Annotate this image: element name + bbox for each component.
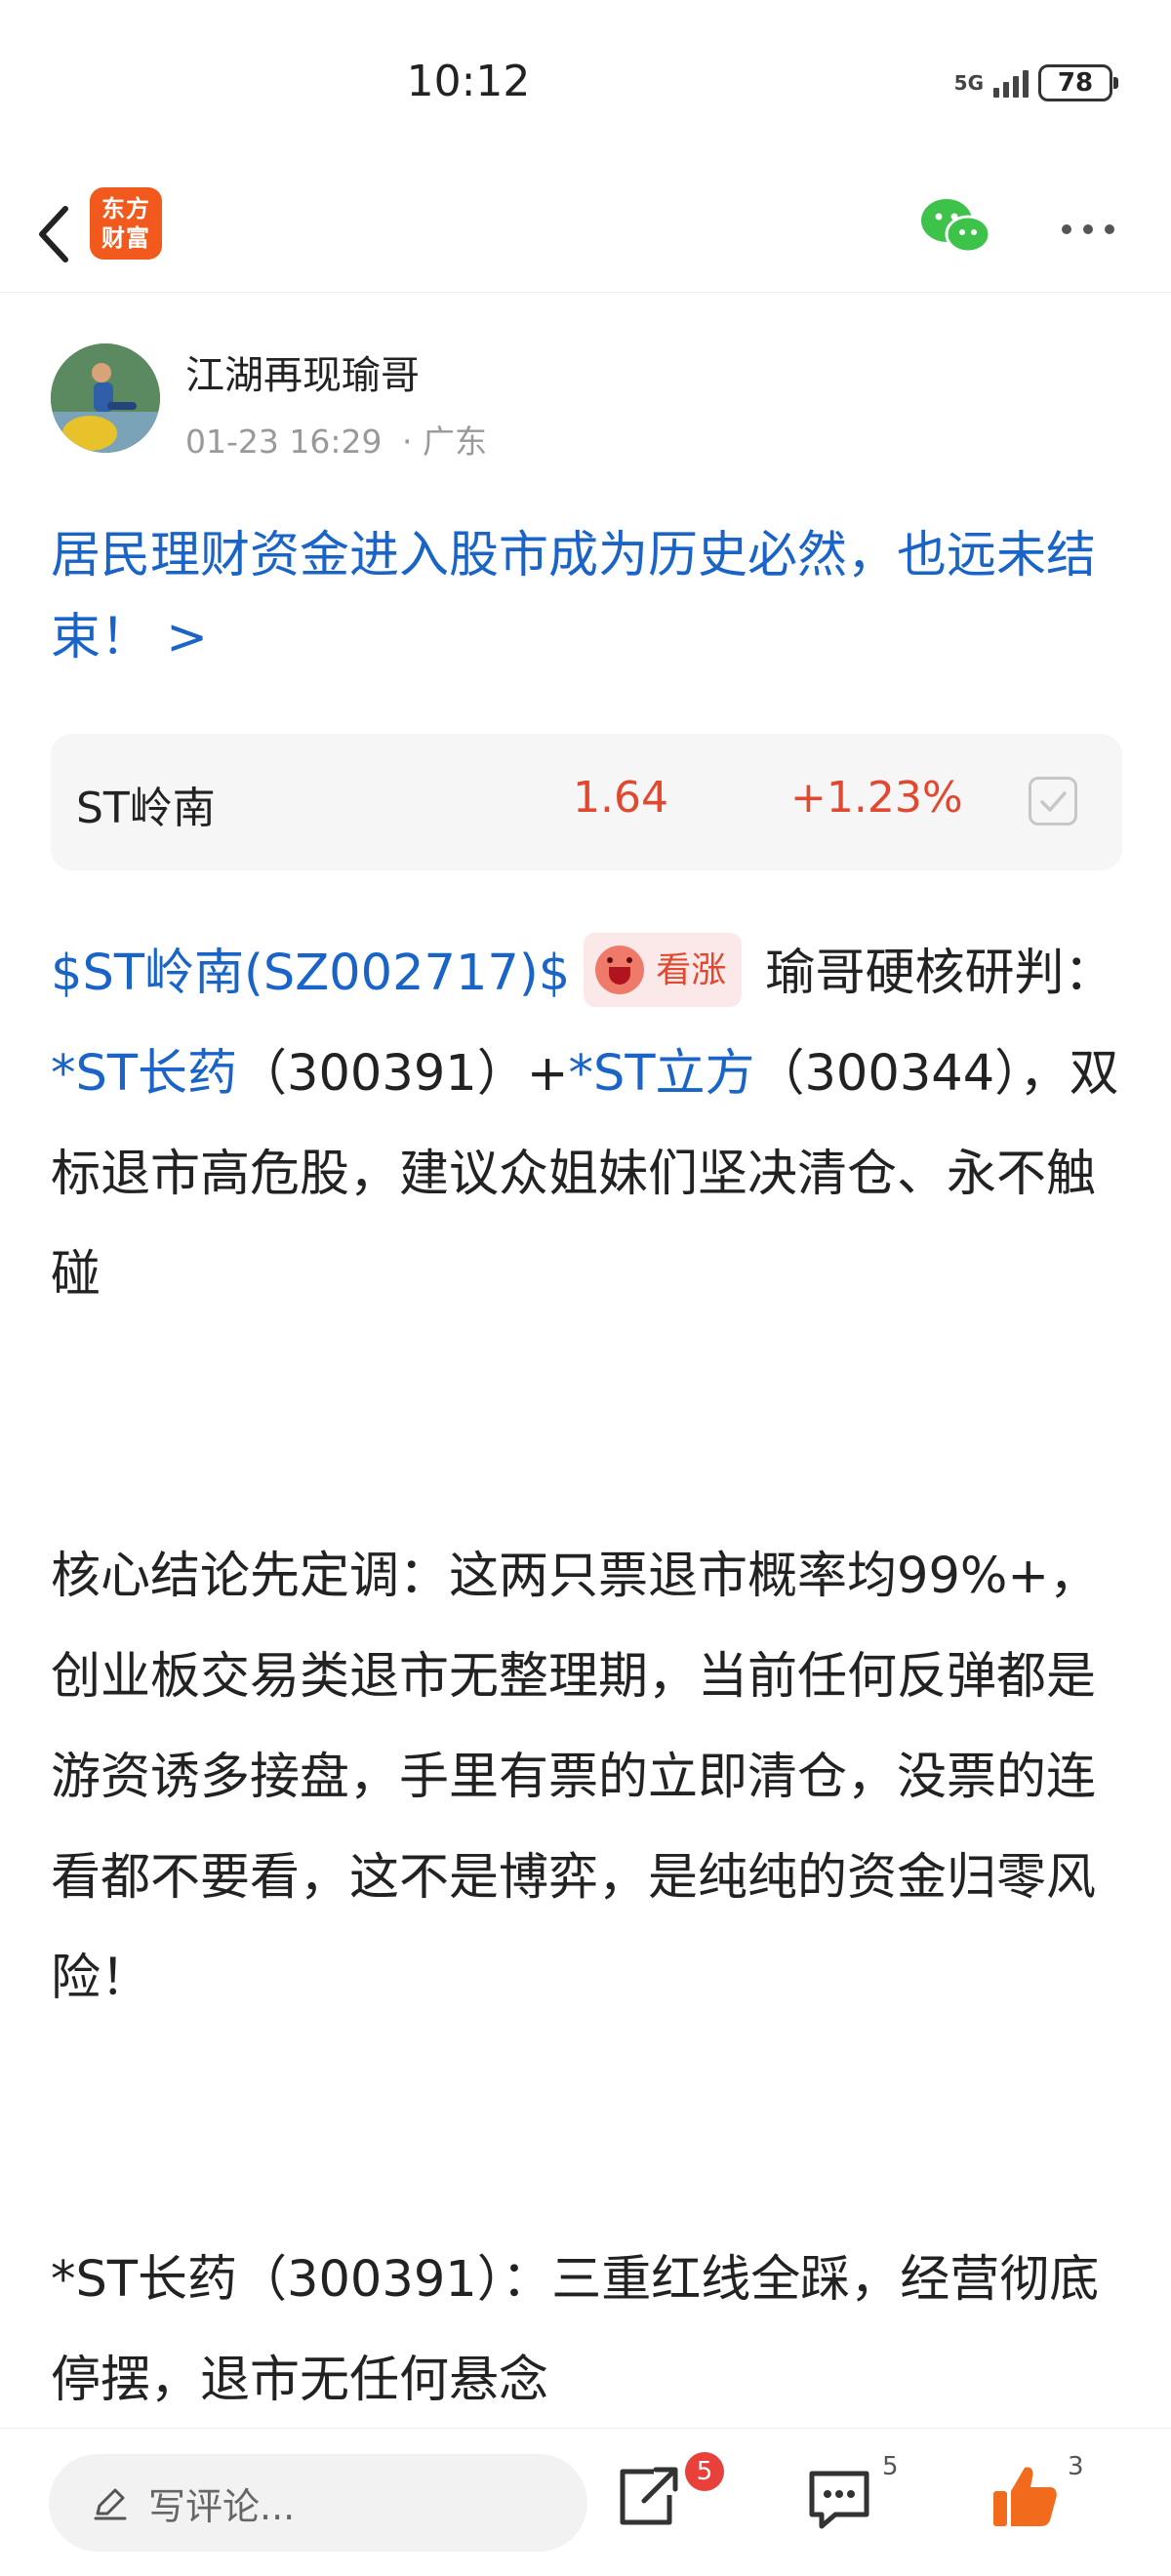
dot-icon [1062,224,1071,234]
battery-icon: 78 [1038,64,1118,101]
comment-icon [809,2471,869,2529]
check-icon [1040,791,1067,812]
share-button[interactable]: 5 [609,2452,726,2546]
wechat-icon [921,199,991,254]
thumbs-up-icon [993,2467,1057,2526]
wechat-share-button[interactable] [917,193,995,262]
stock-link-changyao[interactable]: *ST长药 [51,1045,237,1103]
post-meta: 01-23 16:29 · 广东 [185,416,487,463]
app-logo: 东方 财富 [90,187,162,260]
battery-level: 78 [1057,68,1094,98]
add-watchlist-checkbox[interactable] [1029,777,1077,825]
sentiment-badge: 看涨 [584,933,743,1007]
chevron-left-icon [39,206,68,262]
network-type: 5G [953,71,984,95]
stock-link-lifang[interactable]: *ST立方 [568,1045,754,1103]
avatar-image [51,343,160,453]
share-icon [620,2467,678,2525]
post-body: $ST岭南(SZ002717)$ 看涨 瑜哥硬核研判：*ST长药（300391）+… [51,923,1122,2431]
post-title[interactable]: 居民理财资金进入股市成为历史必然，也远未结束！ > [51,515,1124,679]
paragraph: 核心结论先定调：这两只票退市概率均99%+，创业板交易类退市无整理期，当前任何反… [51,1548,1100,2007]
author-header: 江湖再现瑜哥 01-23 16:29 · 广东 [51,343,1124,461]
bullish-face-icon [595,946,645,994]
paragraph: $ST岭南(SZ002717)$ 看涨 瑜哥硬核研判：*ST长药（300391）+… [51,923,1122,1325]
dot-icon [1083,224,1093,234]
clock: 10:12 [406,57,531,106]
status-bar: 10:12 5G 78 [0,0,1171,176]
comments-button[interactable]: 5 [800,2452,917,2546]
bottom-action-bar: 写评论... 5 5 3 [0,2428,1171,2576]
comment-placeholder: 写评论... [148,2484,296,2528]
dot-icon [1105,224,1114,234]
comment-input[interactable]: 写评论... [49,2454,587,2552]
stock-change: +1.23% [790,773,963,823]
signal-icon [993,68,1029,98]
post-location: · 广东 [401,423,487,461]
post-time: 01-23 16:29 [185,423,383,461]
back-button[interactable] [20,195,88,273]
status-icons: 5G 78 [953,64,1118,101]
avatar[interactable] [51,343,160,453]
sentiment-label: 看涨 [656,949,727,990]
top-nav: 东方 财富 [0,176,1171,293]
stock-price: 1.64 [573,773,668,823]
author-name[interactable]: 江湖再现瑜哥 [185,343,420,400]
like-button[interactable]: 3 [986,2452,1103,2546]
paragraph: *ST长药（300391）：三重红线全踩，经营彻底停摆，退市无任何悬念 [51,2251,1100,2409]
stock-name: ST岭南 [76,784,216,833]
share-badge: 5 [685,2452,724,2491]
comment-count: 5 [882,2452,899,2481]
more-button[interactable] [1044,195,1132,263]
stock-card[interactable]: ST岭南 1.64 +1.23% [51,734,1122,870]
pencil-icon [94,2488,127,2520]
like-count: 3 [1068,2452,1084,2481]
stock-tag-link[interactable]: $ST岭南(SZ002717)$ [51,945,570,1002]
